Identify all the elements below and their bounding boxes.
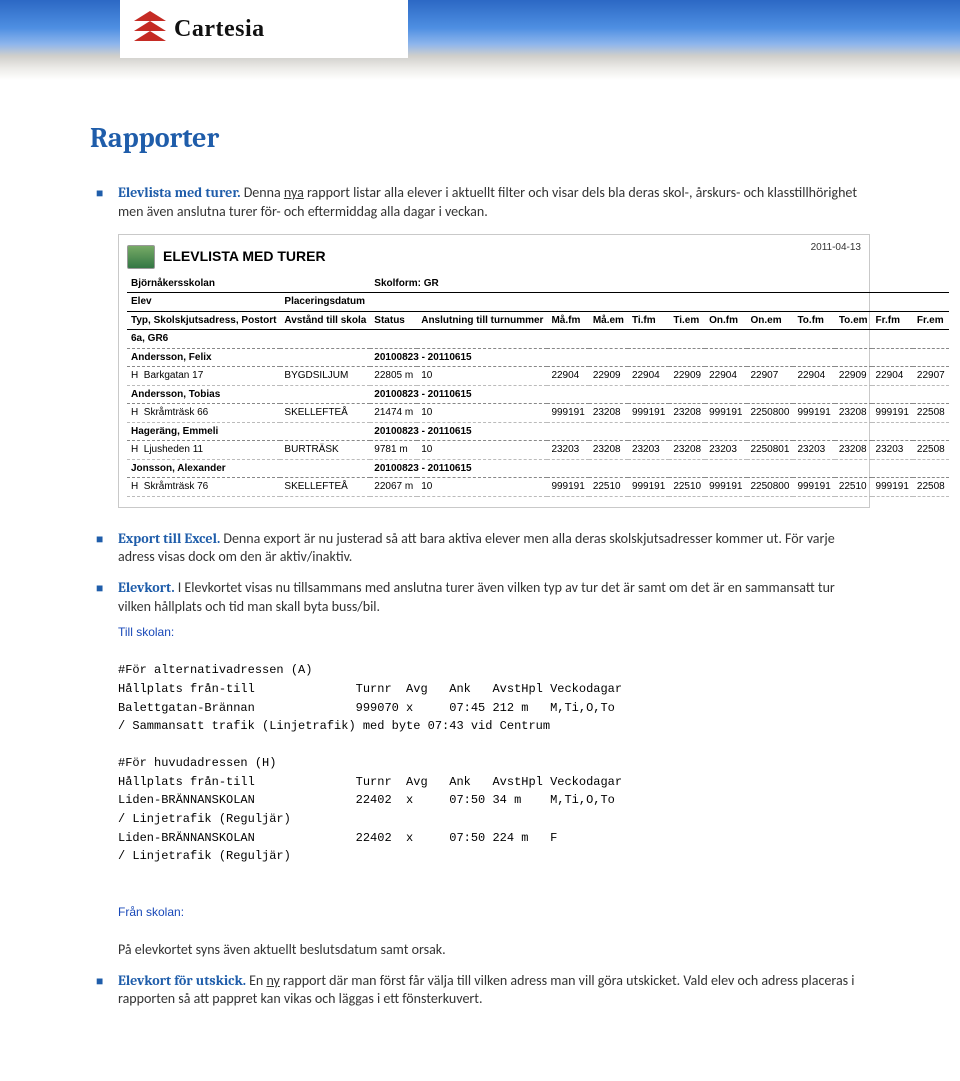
report-date: 2011-04-13 xyxy=(811,241,861,255)
bullet-continuation: På elevkortet syns även aktuellt besluts… xyxy=(118,941,870,960)
bullet-elevkort: Elevkort. I Elevkortet visas nu tillsamm… xyxy=(90,579,870,959)
bullet-lead: Export till Excel. xyxy=(118,530,220,547)
bullet-export-excel: Export till Excel. Denna export är nu ju… xyxy=(90,530,870,568)
brand-bar: Cartesia xyxy=(120,0,408,58)
bullet-elevlista: Elevlista med turer. Denna nya rapport l… xyxy=(90,184,870,508)
page-header: Cartesia xyxy=(0,0,960,80)
screenshot-elevkort: Till skolan: #För alternativadressen (A)… xyxy=(118,623,870,923)
bullet-lead: Elevkort. xyxy=(118,579,175,596)
brand-logo-icon xyxy=(134,11,166,47)
page-title: Rapporter xyxy=(90,120,870,158)
bullet-elevkort-utskick: Elevkort för utskick. En ny rapport där … xyxy=(90,972,870,1010)
bullet-lead: Elevlista med turer. xyxy=(118,184,241,201)
bus-icon xyxy=(127,245,155,269)
bullet-lead: Elevkort för utskick. xyxy=(118,972,246,989)
screenshot-elevlista: 2011-04-13 ELEVLISTA MED TURER Björnåker… xyxy=(118,234,870,508)
brand-name: Cartesia xyxy=(174,13,265,45)
